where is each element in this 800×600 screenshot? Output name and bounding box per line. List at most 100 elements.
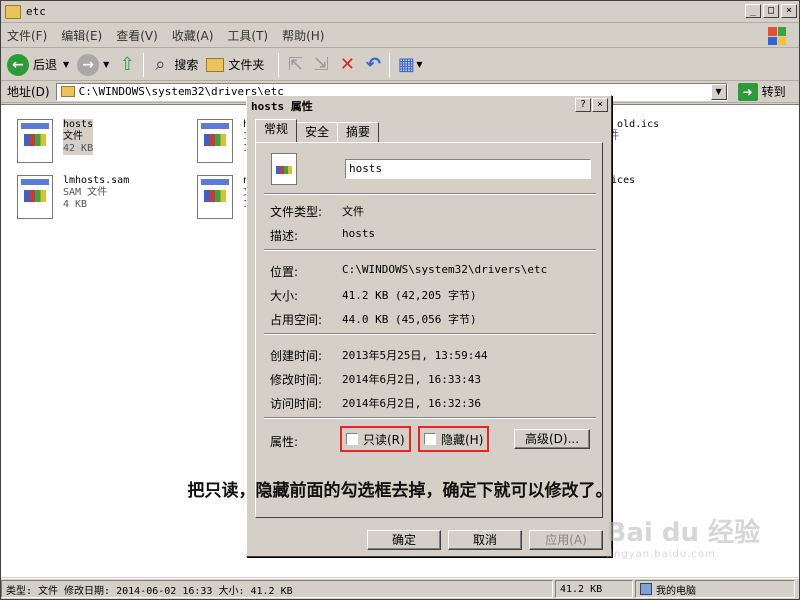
dialog-title-bar: hosts 属性 ? × [247, 96, 611, 115]
apply-button[interactable]: 应用(A) [529, 530, 603, 550]
accessed-row: 访问时间: 2014年6月2日, 16:32:36 [270, 395, 481, 412]
delete-icon[interactable]: ✕ [337, 54, 357, 75]
close-button[interactable]: × [781, 4, 797, 18]
tab-general[interactable]: 常规 [255, 119, 298, 142]
size-value: 41.2 KB (42,205 字节) [342, 289, 477, 302]
file-item-networks[interactable]: h 1 1 [197, 119, 249, 163]
modified-label: 修改时间: [270, 373, 323, 387]
maximize-button[interactable]: □ [763, 4, 779, 18]
toolbar-separator [278, 52, 280, 77]
desc-label: 描述: [270, 229, 299, 243]
attributes-row: 属性: [270, 433, 342, 450]
up-folder-icon[interactable]: ⇧ [117, 54, 137, 75]
menu-file[interactable]: 文件(F) [7, 27, 47, 44]
filename-input[interactable]: hosts [345, 159, 591, 179]
help-button[interactable]: ? [575, 98, 591, 112]
disk-row: 占用空间: 44.0 KB (45,056 字节) [270, 311, 477, 328]
copy-to-icon[interactable]: ⇲ [311, 54, 331, 75]
address-dropdown-icon[interactable]: ▼ [710, 83, 727, 100]
forward-button[interactable]: → ▼ [77, 53, 109, 76]
desc-row: 描述: hosts [270, 227, 375, 244]
menu-edit[interactable]: 编辑(E) [61, 27, 102, 44]
accessed-value: 2014年6月2日, 16:32:36 [342, 397, 481, 410]
menu-favorites[interactable]: 收藏(A) [172, 27, 214, 44]
menu-view[interactable]: 查看(V) [116, 27, 158, 44]
search-icon: ⌕ [155, 53, 166, 75]
modified-value: 2014年6月2日, 16:33:43 [342, 373, 481, 386]
views-dropdown-icon[interactable]: ▼ [416, 60, 422, 69]
created-value: 2013年5月25日, 13:59:44 [342, 349, 488, 362]
file-size: 4 KB [63, 199, 88, 210]
search-button[interactable]: ⌕ 搜索 [150, 53, 198, 75]
toolbar-separator [143, 52, 145, 77]
file-item-hosts[interactable]: hosts 文件 42 KB [17, 119, 94, 163]
divider [264, 249, 596, 251]
modified-row: 修改时间: 2014年6月2日, 16:33:43 [270, 371, 481, 388]
hidden-checkbox-box[interactable] [424, 433, 436, 445]
minimize-button[interactable]: _ [745, 4, 761, 18]
advanced-button[interactable]: 高级(D)... [514, 429, 590, 449]
file-name: hosts [63, 119, 94, 131]
location-label: 位置: [270, 265, 299, 279]
created-row: 创建时间: 2013年5月25日, 13:59:44 [270, 347, 488, 364]
readonly-checkbox[interactable]: 只读(R) [340, 426, 411, 452]
toolbar-separator [389, 52, 391, 77]
divider [264, 333, 596, 335]
toolbar: ← 后退 ▼ → ▼ ⇧ ⌕ 搜索 文件夹 ⇱ ⇲ ✕ ↶ ▦ ▼ [1, 49, 799, 81]
status-size: 41.2 KB [555, 580, 633, 598]
watermark-main: Bai du 经验 [606, 518, 761, 548]
forward-dropdown-icon[interactable]: ▼ [103, 60, 109, 69]
computer-icon [640, 583, 652, 595]
hidden-checkbox[interactable]: 隐藏(H) [418, 426, 490, 452]
forward-arrow-icon: → [77, 53, 100, 76]
file-size: 42 KB [63, 143, 94, 155]
views-icon[interactable]: ▦ [396, 54, 416, 75]
file-icon [17, 175, 53, 219]
cancel-button[interactable]: 取消 [448, 530, 522, 550]
type-value: 文件 [342, 205, 364, 218]
type-label: 文件类型: [270, 205, 323, 219]
go-button[interactable]: ➜ 转到 [737, 82, 786, 101]
status-bar: 类型: 文件 修改日期: 2014-06-02 16:33 大小: 41.2 K… [1, 578, 799, 599]
folder-icon [5, 4, 21, 19]
status-location: 我的电脑 [635, 580, 795, 598]
back-dropdown-icon[interactable]: ▼ [63, 60, 69, 69]
hidden-label: 隐藏(H) [441, 432, 484, 447]
divider [264, 417, 596, 419]
file-name: lmhosts.sam [63, 175, 130, 186]
divider [264, 193, 596, 195]
accessed-label: 访问时间: [270, 397, 323, 411]
dialog-close-button[interactable]: × [592, 98, 608, 112]
file-icon [271, 153, 297, 185]
readonly-label: 只读(R) [363, 432, 405, 447]
readonly-checkbox-box[interactable] [346, 433, 358, 445]
dialog-title: hosts 属性 [251, 99, 313, 113]
disk-label: 占用空间: [270, 313, 323, 327]
desc-value: hosts [342, 227, 376, 240]
back-button[interactable]: ← 后退 ▼ [7, 53, 69, 76]
created-label: 创建时间: [270, 349, 323, 363]
menu-help[interactable]: 帮助(H) [282, 27, 324, 44]
menu-tools[interactable]: 工具(T) [227, 27, 268, 44]
go-label: 转到 [761, 85, 786, 99]
title-bar: etc _ □ × [1, 1, 799, 23]
folder-icon [206, 57, 225, 72]
size-label: 大小: [270, 289, 299, 303]
file-item-lmhosts[interactable]: lmhosts.sam SAM 文件 4 KB [17, 175, 129, 219]
address-label: 地址(D) [7, 85, 50, 99]
file-item-protocol[interactable]: n 文 1 [197, 175, 253, 219]
windows-logo-icon [763, 25, 791, 47]
instruction-caption: 把只读，隐藏前面的勾选框去掉，确定下就可以修改了。 [187, 481, 613, 501]
move-to-icon[interactable]: ⇱ [285, 54, 305, 75]
location-value: C:\WINDOWS\system32\drivers\etc [342, 263, 548, 276]
tab-summary[interactable]: 摘要 [337, 122, 380, 142]
ok-button[interactable]: 确定 [367, 530, 441, 550]
folders-button[interactable]: 文件夹 [206, 56, 264, 73]
folder-icon [60, 86, 75, 97]
file-icon [197, 175, 233, 219]
tab-security[interactable]: 安全 [296, 122, 339, 142]
undo-icon[interactable]: ↶ [363, 54, 383, 75]
baidu-watermark: Bai du 经验 jingyan.baidu.com [607, 512, 761, 560]
watermark-sub: jingyan.baidu.com [606, 549, 716, 560]
file-type: 文件 [63, 131, 94, 143]
